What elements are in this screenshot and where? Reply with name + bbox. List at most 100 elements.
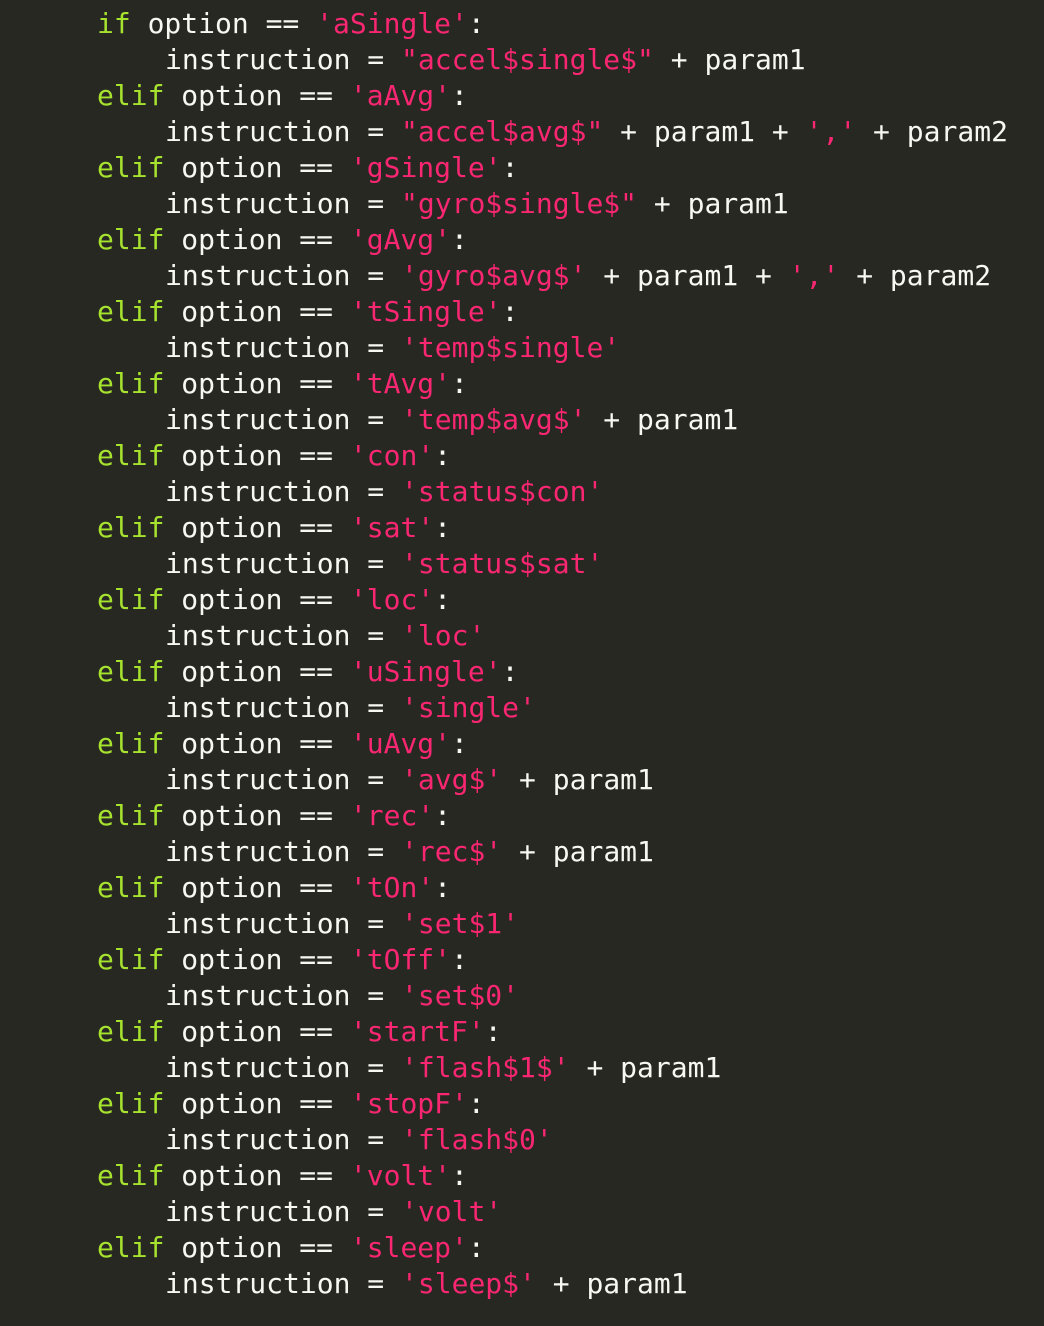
keyword-token: elif xyxy=(97,871,165,904)
code-line[interactable]: instruction = 'rec$' + param1 xyxy=(0,834,1008,870)
string-token: 'volt' xyxy=(401,1195,503,1228)
operator-token: == xyxy=(299,655,334,688)
string-token: 'rec' xyxy=(349,799,435,832)
code-editor[interactable]: if option == 'aSingle': instruction = "ac… xyxy=(0,0,1044,1326)
operator-token: == xyxy=(299,871,334,904)
string-token: ',' xyxy=(805,115,857,148)
code-line[interactable]: instruction = 'status$con' xyxy=(0,474,1008,510)
string-token: ',' xyxy=(788,259,840,292)
code-line[interactable]: instruction = 'gyro$avg$' + param1 + ','… xyxy=(0,258,1008,294)
code-line[interactable]: instruction = "accel$avg$" + param1 + ',… xyxy=(0,114,1008,150)
identifier-token: option xyxy=(164,511,300,544)
code-line[interactable]: instruction = 'loc' xyxy=(0,618,1008,654)
code-line[interactable]: elif option == 'uSingle': xyxy=(0,654,1008,690)
operator-token: = xyxy=(367,331,385,364)
string-token: 'sat' xyxy=(349,511,435,544)
keyword-token: elif xyxy=(97,1015,165,1048)
code-line[interactable]: elif option == 'con': xyxy=(0,438,1008,474)
punctuation-token: : xyxy=(434,871,452,904)
identifier-token: instruction xyxy=(165,331,368,364)
code-line[interactable]: elif option == 'uAvg': xyxy=(0,726,1008,762)
code-line[interactable]: instruction = 'flash$1$' + param1 xyxy=(0,1050,1008,1086)
identifier-token xyxy=(333,1015,350,1048)
operator-token: + xyxy=(856,115,907,148)
code-line[interactable]: elif option == 'sat': xyxy=(0,510,1008,546)
operator-token: == xyxy=(299,151,334,184)
punctuation-token: : xyxy=(451,367,468,400)
code-line[interactable]: if option == 'aSingle': xyxy=(0,6,1008,42)
code-line[interactable]: elif option == 'tOff': xyxy=(0,942,1008,978)
code-line[interactable]: instruction = 'set$1' xyxy=(0,906,1008,942)
code-line[interactable]: elif option == 'stopF': xyxy=(0,1086,1008,1122)
identifier-token: instruction xyxy=(165,403,368,436)
code-line[interactable]: instruction = 'flash$0' xyxy=(0,1122,1008,1158)
identifier-token: option xyxy=(164,1159,300,1192)
operator-token: + xyxy=(586,259,638,292)
code-line[interactable]: elif option == 'sleep': xyxy=(0,1230,1008,1266)
identifier-token: option xyxy=(164,439,300,472)
identifier-token: instruction xyxy=(165,1051,368,1084)
identifier-token: instruction xyxy=(165,763,368,796)
operator-token: + xyxy=(653,43,705,76)
code-line[interactable]: instruction = 'sleep$' + param1 xyxy=(0,1266,1008,1302)
code-line[interactable]: elif option == 'volt': xyxy=(0,1158,1008,1194)
identifier-token: param1 xyxy=(704,43,806,76)
code-line[interactable]: elif option == 'tAvg': xyxy=(0,366,1008,402)
identifier-token xyxy=(333,223,350,256)
code-line[interactable]: instruction = 'avg$' + param1 xyxy=(0,762,1008,798)
code-line[interactable]: instruction = 'temp$single' xyxy=(0,330,1008,366)
string-token: 'con' xyxy=(349,439,435,472)
code-line[interactable]: instruction = 'temp$avg$' + param1 xyxy=(0,402,1008,438)
keyword-token: elif xyxy=(97,1231,165,1264)
code-line[interactable]: elif option == 'tSingle': xyxy=(0,294,1008,330)
string-token: 'temp$avg$' xyxy=(401,403,587,436)
identifier-token xyxy=(384,979,401,1012)
operator-token: == xyxy=(299,295,334,328)
code-line[interactable]: elif option == 'loc': xyxy=(0,582,1008,618)
code-line[interactable]: instruction = "accel$single$" + param1 xyxy=(0,42,1008,78)
operator-token: + xyxy=(586,403,638,436)
keyword-token: elif xyxy=(97,727,165,760)
operator-token: == xyxy=(299,1159,334,1192)
code-line[interactable]: instruction = 'set$0' xyxy=(0,978,1008,1014)
string-token: 'uSingle' xyxy=(349,655,502,688)
code-line[interactable]: instruction = "gyro$single$" + param1 xyxy=(0,186,1008,222)
string-token: 'uAvg' xyxy=(349,727,452,760)
code-line[interactable]: elif option == 'gSingle': xyxy=(0,150,1008,186)
keyword-token: elif xyxy=(97,511,165,544)
operator-token: + xyxy=(755,115,806,148)
operator-token: = xyxy=(367,1267,385,1300)
identifier-token: param1 xyxy=(586,1267,688,1300)
code-line[interactable]: elif option == 'gAvg': xyxy=(0,222,1008,258)
identifier-token: option xyxy=(164,727,300,760)
identifier-token xyxy=(299,7,316,40)
operator-token: = xyxy=(367,187,385,220)
operator-token: == xyxy=(299,439,334,472)
operator-token: == xyxy=(299,943,334,976)
identifier-token xyxy=(333,439,350,472)
string-token: 'aSingle' xyxy=(316,7,468,40)
code-line[interactable]: instruction = 'volt' xyxy=(0,1194,1008,1230)
identifier-token xyxy=(384,1267,401,1300)
punctuation-token: : xyxy=(434,439,452,472)
operator-token: == xyxy=(299,727,334,760)
operator-token: == xyxy=(299,799,334,832)
punctuation-token: : xyxy=(467,7,485,40)
identifier-token: instruction xyxy=(165,43,368,76)
code-line[interactable]: instruction = 'single' xyxy=(0,690,1008,726)
identifier-token xyxy=(384,475,401,508)
code-line[interactable]: elif option == 'tOn': xyxy=(0,870,1008,906)
operator-token: + xyxy=(569,1051,621,1084)
identifier-token: option xyxy=(164,367,300,400)
punctuation-token: : xyxy=(451,727,468,760)
identifier-token: instruction xyxy=(165,619,368,652)
code-line[interactable]: elif option == 'startF': xyxy=(0,1014,1008,1050)
code-line[interactable]: instruction = 'status$sat' xyxy=(0,546,1008,582)
identifier-token: instruction xyxy=(165,907,368,940)
keyword-token: elif xyxy=(97,1087,165,1120)
code-line[interactable]: elif option == 'rec': xyxy=(0,798,1008,834)
punctuation-token: : xyxy=(451,223,468,256)
code-area[interactable]: if option == 'aSingle': instruction = "ac… xyxy=(0,6,1008,1302)
code-line[interactable]: elif option == 'aAvg': xyxy=(0,78,1008,114)
string-token: 'sleep$' xyxy=(401,1267,536,1300)
